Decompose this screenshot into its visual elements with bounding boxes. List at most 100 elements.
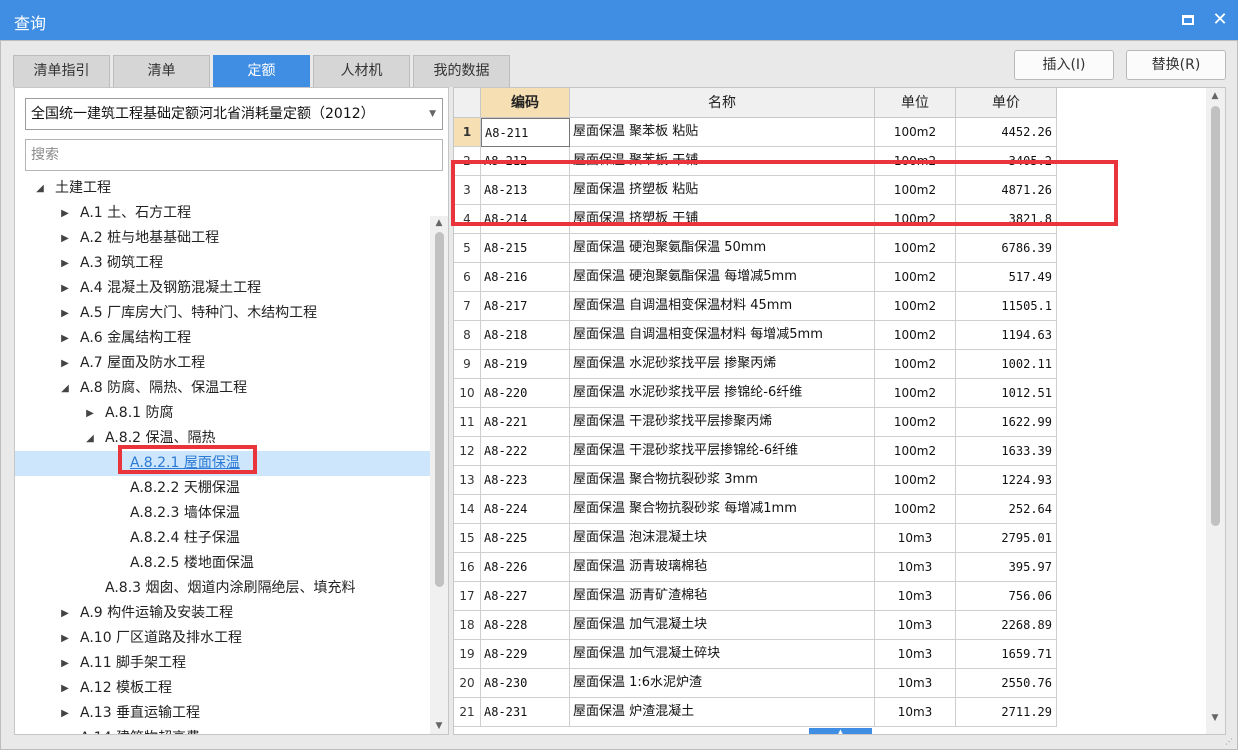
row-number[interactable]: 1 — [454, 118, 481, 147]
row-number[interactable]: 17 — [454, 582, 481, 611]
tree-item[interactable]: ◢ A.8 防腐、隔热、保温工程 — [15, 376, 430, 401]
tree-item[interactable]: ▶ A.6 金属结构工程 — [15, 326, 430, 351]
expand-arrow-icon[interactable]: ▶ — [58, 226, 72, 251]
row-number[interactable]: 9 — [454, 350, 481, 379]
scroll-down-icon[interactable]: ▼ — [1206, 713, 1224, 723]
table-row[interactable]: 21 A8-231 屋面保温 炉渣混凝土 10m3 2711.29 — [454, 698, 1057, 727]
table-row[interactable]: 18 A8-228 屋面保温 加气混凝土块 10m3 2268.89 — [454, 611, 1057, 640]
tree-item[interactable]: ▶ A.10 厂区道路及排水工程 — [15, 626, 430, 651]
header-price[interactable]: 单价 — [956, 88, 1057, 118]
maximize-button[interactable] — [1176, 8, 1200, 32]
expand-arrow-icon[interactable]: ▶ — [58, 276, 72, 301]
collapse-arrow-icon[interactable]: ◢ — [83, 426, 97, 451]
cell-code[interactable]: A8-228 — [481, 611, 570, 640]
table-row[interactable]: 8 A8-218 屋面保温 自调温相变保温材料 每增减5mm 100m2 1194.63 — [454, 321, 1057, 350]
cell-name[interactable]: 屋面保温 自调温相变保温材料 45mm — [570, 292, 875, 321]
tree-item[interactable]: ▶ A.8.1 防腐 — [15, 401, 430, 426]
header-unit[interactable]: 单位 — [875, 88, 956, 118]
tree-item[interactable]: ▶ A.12 模板工程 — [15, 676, 430, 701]
grid-scrollbar-thumb[interactable] — [1211, 106, 1220, 526]
cell-price[interactable]: 1002.11 — [956, 350, 1057, 379]
cell-unit[interactable]: 100m2 — [875, 437, 956, 466]
cell-name[interactable]: 屋面保温 干混砂浆找平层掺锦纶-6纤维 — [570, 437, 875, 466]
tab-labor-material-machine[interactable]: 人材机 — [313, 55, 410, 87]
cell-code[interactable]: A8-225 — [481, 524, 570, 553]
cell-unit[interactable]: 100m2 — [875, 292, 956, 321]
row-number[interactable]: 7 — [454, 292, 481, 321]
close-button[interactable]: ✕ — [1208, 8, 1232, 32]
table-row[interactable]: 14 A8-224 屋面保温 聚合物抗裂砂浆 每增减1mm 100m2 252.64 — [454, 495, 1057, 524]
cell-price[interactable]: 1622.99 — [956, 408, 1057, 437]
cell-price[interactable]: 1194.63 — [956, 321, 1057, 350]
table-row[interactable]: 1 A8-211 屋面保温 聚苯板 粘贴 100m2 4452.26 — [454, 118, 1057, 147]
cell-name[interactable]: 屋面保温 水泥砂浆找平层 掺锦纶-6纤维 — [570, 379, 875, 408]
cell-code[interactable]: A8-219 — [481, 350, 570, 379]
tree-item[interactable]: A.8.2.3 墙体保温 — [15, 501, 430, 526]
tree-item[interactable]: ▶ A.13 垂直运输工程 — [15, 701, 430, 726]
cell-name[interactable]: 屋面保温 加气混凝土块 — [570, 611, 875, 640]
cell-unit[interactable]: 100m2 — [875, 466, 956, 495]
cell-name[interactable]: 屋面保温 聚苯板 粘贴 — [570, 118, 875, 147]
cell-unit[interactable]: 100m2 — [875, 408, 956, 437]
tree-item[interactable]: A.8.2.5 楼地面保温 — [15, 551, 430, 576]
tree-item[interactable]: ▶ A.7 屋面及防水工程 — [15, 351, 430, 376]
collapse-arrow-icon[interactable]: ◢ — [33, 176, 47, 201]
tab-my-data[interactable]: 我的数据 — [413, 55, 510, 87]
tree-item[interactable]: ◢ 土建工程 — [15, 176, 430, 201]
cell-name[interactable]: 屋面保温 1:6水泥炉渣 — [570, 669, 875, 698]
row-number[interactable]: 20 — [454, 669, 481, 698]
table-row[interactable]: 16 A8-226 屋面保温 沥青玻璃棉毡 10m3 395.97 — [454, 553, 1057, 582]
cell-price[interactable]: 11505.1 — [956, 292, 1057, 321]
tree-item[interactable]: ▶ A.2 桩与地基基础工程 — [15, 226, 430, 251]
table-row[interactable]: 15 A8-225 屋面保温 泡沫混凝土块 10m3 2795.01 — [454, 524, 1057, 553]
cell-name[interactable]: 屋面保温 聚合物抗裂砂浆 每增减1mm — [570, 495, 875, 524]
cell-code[interactable]: A8-226 — [481, 553, 570, 582]
cell-code[interactable]: A8-217 — [481, 292, 570, 321]
cell-name[interactable]: 屋面保温 水泥砂浆找平层 掺聚丙烯 — [570, 350, 875, 379]
table-row[interactable]: 13 A8-223 屋面保温 聚合物抗裂砂浆 3mm 100m2 1224.93 — [454, 466, 1057, 495]
cell-price[interactable]: 2711.29 — [956, 698, 1057, 727]
table-row[interactable]: 6 A8-216 屋面保温 硬泡聚氨酯保温 每增减5mm 100m2 517.49 — [454, 263, 1057, 292]
cell-code[interactable]: A8-223 — [481, 466, 570, 495]
cell-price[interactable]: 1012.51 — [956, 379, 1057, 408]
row-number[interactable]: 14 — [454, 495, 481, 524]
cell-price[interactable]: 4452.26 — [956, 118, 1057, 147]
expand-arrow-icon[interactable]: ▶ — [83, 401, 97, 426]
tree-item[interactable]: ▶ A.4 混凝土及钢筋混凝土工程 — [15, 276, 430, 301]
table-row[interactable]: 11 A8-221 屋面保温 干混砂浆找平层掺聚丙烯 100m2 1622.99 — [454, 408, 1057, 437]
cell-price[interactable]: 1633.39 — [956, 437, 1057, 466]
expand-arrow-icon[interactable]: ▶ — [58, 251, 72, 276]
row-number[interactable]: 15 — [454, 524, 481, 553]
table-row[interactable]: 17 A8-227 屋面保温 沥青矿渣棉毡 10m3 756.06 — [454, 582, 1057, 611]
expand-arrow-icon[interactable]: ▶ — [58, 651, 72, 676]
cell-name[interactable]: 屋面保温 干混砂浆找平层掺聚丙烯 — [570, 408, 875, 437]
cell-price[interactable]: 395.97 — [956, 553, 1057, 582]
row-number[interactable]: 18 — [454, 611, 481, 640]
row-number[interactable]: 12 — [454, 437, 481, 466]
expand-arrow-icon[interactable]: ▶ — [58, 676, 72, 701]
cell-price[interactable]: 252.64 — [956, 495, 1057, 524]
table-row[interactable]: 9 A8-219 屋面保温 水泥砂浆找平层 掺聚丙烯 100m2 1002.11 — [454, 350, 1057, 379]
row-number[interactable]: 10 — [454, 379, 481, 408]
expand-arrow-icon[interactable]: ▶ — [58, 601, 72, 626]
cell-name[interactable]: 屋面保温 聚合物抗裂砂浆 3mm — [570, 466, 875, 495]
grid-scrollbar[interactable]: ▲ ▼ — [1206, 88, 1225, 734]
table-row[interactable]: 10 A8-220 屋面保温 水泥砂浆找平层 掺锦纶-6纤维 100m2 1012.51 — [454, 379, 1057, 408]
expand-arrow-icon[interactable]: ▶ — [58, 701, 72, 726]
table-row[interactable]: 20 A8-230 屋面保温 1:6水泥炉渣 10m3 2550.76 — [454, 669, 1057, 698]
cell-code[interactable]: A8-220 — [481, 379, 570, 408]
table-row[interactable]: 5 A8-215 屋面保温 硬泡聚氨酯保温 50mm 100m2 6786.39 — [454, 234, 1057, 263]
table-row[interactable]: 12 A8-222 屋面保温 干混砂浆找平层掺锦纶-6纤维 100m2 1633.39 — [454, 437, 1057, 466]
row-number[interactable]: 13 — [454, 466, 481, 495]
resize-grip-icon[interactable]: ⋰ — [1225, 737, 1235, 747]
cell-unit[interactable]: 10m3 — [875, 640, 956, 669]
left-scrollbar[interactable]: ▲ ▼ — [430, 216, 448, 734]
header-name[interactable]: 名称 — [570, 88, 875, 118]
tree-item[interactable]: ▶ A.9 构件运输及安装工程 — [15, 601, 430, 626]
search-input[interactable]: 搜索 — [25, 139, 443, 171]
tree-item[interactable]: ▶ A.3 砌筑工程 — [15, 251, 430, 276]
expand-arrow-icon[interactable]: ▶ — [58, 351, 72, 376]
row-number[interactable]: 19 — [454, 640, 481, 669]
tree-item[interactable]: ▶ A.11 脚手架工程 — [15, 651, 430, 676]
cell-code[interactable]: A8-218 — [481, 321, 570, 350]
